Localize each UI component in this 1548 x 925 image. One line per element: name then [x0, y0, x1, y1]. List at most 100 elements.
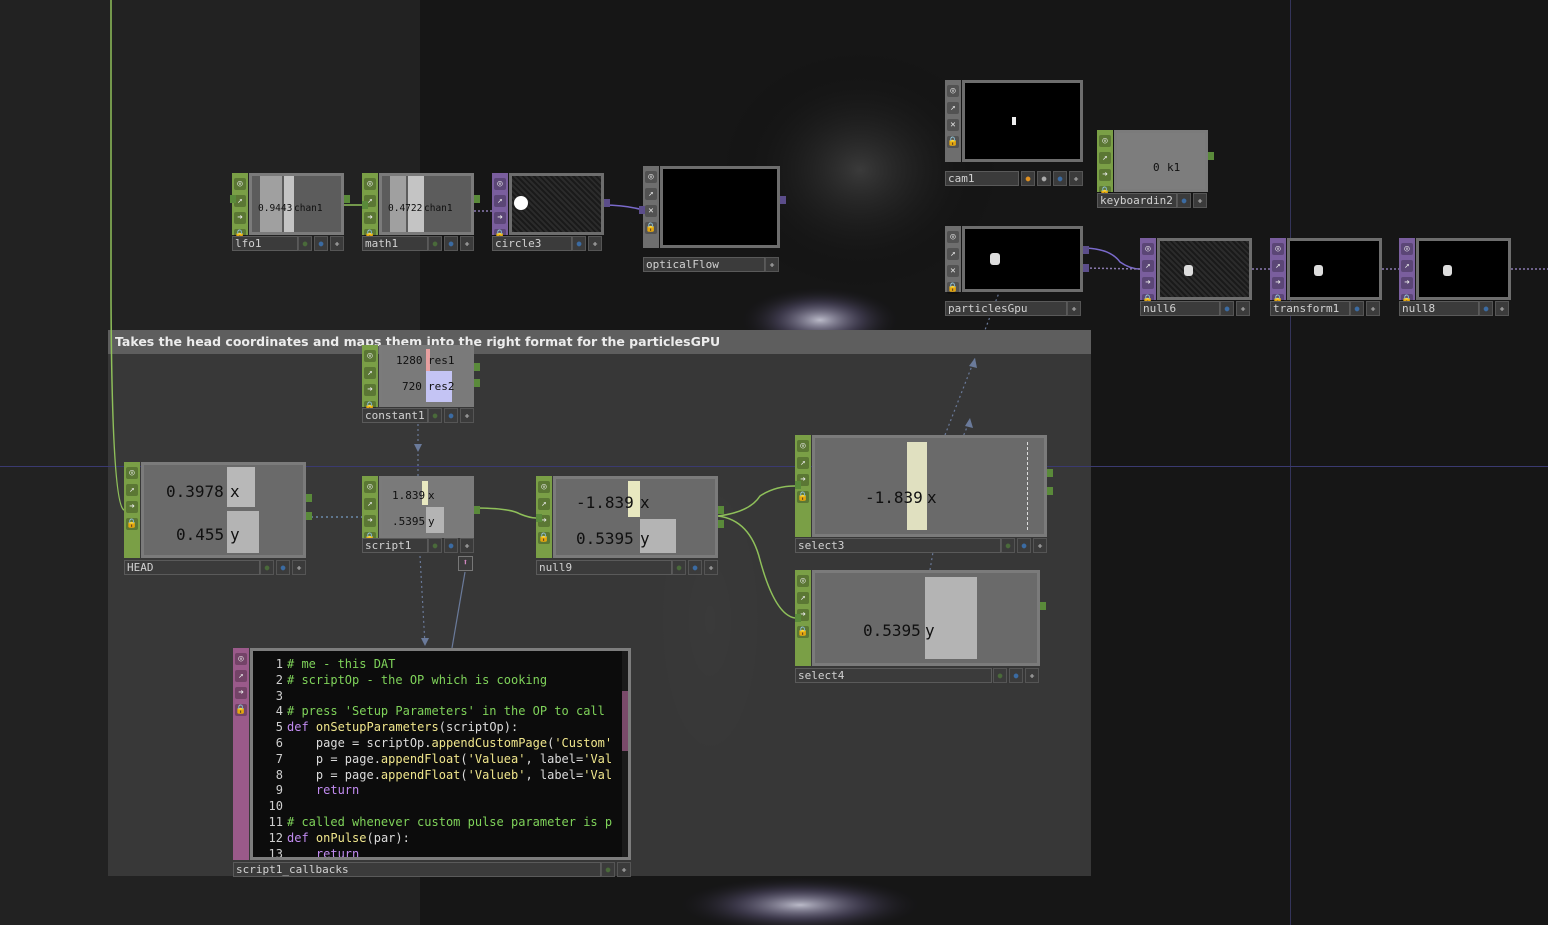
lock-icon[interactable]: 🔒	[797, 491, 809, 503]
node-opticalflow[interactable]: ◎ ↗ ✕ 🔒	[639, 166, 786, 248]
bypass-icon[interactable]: ↗	[947, 248, 959, 260]
code-line[interactable]: 3	[261, 689, 628, 705]
display-icon[interactable]: ➜	[494, 212, 506, 224]
node-label-particlesgpu[interactable]: particlesGpu	[945, 301, 1067, 316]
node-label-constant1[interactable]: constant1	[362, 408, 428, 423]
node-flags[interactable]: ● ✚	[572, 236, 602, 251]
node-null9[interactable]: ◎ ↗ ➜ 🔒 -1.839 x 0.5395 y	[536, 476, 724, 558]
node-sidebar[interactable]: ◎↗➜🔒	[1140, 238, 1156, 306]
display-icon[interactable]: ➜	[1401, 277, 1413, 289]
node-label-select3[interactable]: select3	[795, 538, 1001, 553]
bypass-icon[interactable]: ↗	[1401, 260, 1413, 272]
node-sidebar[interactable]: ◎↗➜🔒	[492, 173, 508, 241]
node-sidebar[interactable]: ◎↗➜🔒	[1270, 238, 1286, 306]
bypass-icon[interactable]: ↗	[364, 367, 376, 379]
viewer-icon[interactable]: ◎	[947, 231, 959, 243]
viewer-icon[interactable]: ◎	[494, 178, 506, 190]
node-label-cam1[interactable]: cam1	[945, 171, 1019, 186]
lock-icon[interactable]: 🔒	[126, 518, 138, 530]
viewer-icon[interactable]: ◎	[235, 653, 247, 665]
display-icon[interactable]: ➜	[364, 515, 376, 527]
node-flags[interactable]: ● ✚	[601, 862, 631, 877]
node-flags[interactable]: ● ● ✚	[260, 560, 306, 575]
display-icon[interactable]: ➜	[235, 687, 247, 699]
node-sidebar[interactable]: ◎ ↗ ➜ 🔒	[233, 648, 249, 860]
lock-icon[interactable]: 🔒	[947, 136, 959, 148]
node-select3[interactable]: ◎ ↗ ➜ 🔒 -1.839 x	[795, 435, 1053, 537]
bypass-icon[interactable]: ↗	[235, 670, 247, 682]
lock-icon[interactable]: 🔒	[235, 704, 247, 716]
node-flags[interactable]: ● ● ● ✚	[1021, 171, 1083, 186]
bypass-icon[interactable]: ↗	[494, 195, 506, 207]
scrollbar-thumb[interactable]	[622, 691, 628, 751]
node-flags[interactable]: ● ✚	[1177, 193, 1207, 208]
node-flags[interactable]: ✚	[765, 257, 779, 272]
lock-icon[interactable]: 🔒	[947, 282, 959, 294]
node-sidebar[interactable]: ◎↗➜🔒	[362, 476, 378, 544]
display-icon[interactable]: ➜	[234, 212, 246, 224]
code-line[interactable]: 10	[261, 799, 628, 815]
code-line[interactable]: 8 p = page.appendFloat('Valueb', label='…	[261, 768, 628, 784]
viewer-icon[interactable]: ◎	[1142, 243, 1154, 255]
node-sidebar[interactable]: ◎↗➜🔒	[1399, 238, 1415, 306]
code-line[interactable]: 12 def onPulse(par):	[261, 831, 628, 847]
bypass-icon[interactable]: ↗	[538, 498, 550, 510]
display-icon[interactable]: ➜	[1142, 277, 1154, 289]
node-keyboardin2[interactable]: ◎ ↗ ➜ 🔒 0 k1	[1097, 130, 1214, 198]
network-editor[interactable]: Takes the head coordinates and maps them…	[0, 0, 1548, 925]
node-sidebar[interactable]: ◎↗➜🔒	[1097, 130, 1113, 198]
node-sidebar[interactable]: ◎ ↗ ✕ 🔒	[643, 166, 659, 248]
code-line[interactable]: 9 return	[261, 783, 628, 799]
viewer-icon[interactable]: ◎	[797, 575, 809, 587]
scrollbar[interactable]	[622, 651, 628, 857]
code-line[interactable]: 2 # scriptOp - the OP which is cooking	[261, 673, 628, 689]
node-constant1[interactable]: ◎ ↗ ➜ 🔒 1280 res1 720 res2	[362, 345, 480, 413]
node-sidebar[interactable]: ◎ ↗ ✕ 🔒	[945, 226, 961, 294]
display-icon[interactable]: ➜	[1272, 277, 1284, 289]
node-script1[interactable]: ◎↗➜🔒 1.839 x .5395 y	[362, 476, 480, 544]
node-label-null8[interactable]: null8	[1399, 301, 1479, 316]
node-flags[interactable]: ● ● ✚	[298, 236, 344, 251]
viewer-icon[interactable]: ◎	[797, 440, 809, 452]
code-line[interactable]: 1 # me - this DAT	[261, 657, 628, 673]
node-flags[interactable]: ● ● ✚	[428, 408, 474, 423]
node-label-null6[interactable]: null6	[1140, 301, 1220, 316]
code-viewer[interactable]: 1 # me - this DAT 2 # scriptOp - the OP whi…	[250, 648, 631, 860]
node-flags[interactable]: ● ✚	[1220, 301, 1250, 316]
node-cam1[interactable]: ◎ ↗ ✕ 🔒	[945, 80, 1083, 162]
bypass-icon[interactable]: ↗	[364, 498, 376, 510]
viewer-icon[interactable]: ◎	[126, 467, 138, 479]
viewer-icon[interactable]: ◎	[1401, 243, 1413, 255]
node-flags[interactable]: ● ✚	[1350, 301, 1380, 316]
viewer-icon[interactable]: ◎	[364, 481, 376, 493]
node-sidebar[interactable]: ◎↗➜🔒	[362, 345, 378, 413]
node-flags[interactable]: ● ● ✚	[1001, 538, 1047, 553]
viewer-icon[interactable]: ◎	[645, 171, 657, 183]
close-icon[interactable]: ✕	[947, 119, 959, 131]
node-flags[interactable]: ● ● ✚	[672, 560, 718, 575]
lock-icon[interactable]: 🔒	[538, 532, 550, 544]
node-flags[interactable]: ● ✚	[1479, 301, 1509, 316]
close-icon[interactable]: ✕	[645, 205, 657, 217]
callbacks-dock-icon[interactable]: ⬆	[458, 556, 473, 571]
node-label-select4[interactable]: select4	[795, 668, 992, 683]
node-lfo1[interactable]: ◎ ↗ ➜ 🔒 0.9443 chan1	[230, 173, 350, 241]
code-line[interactable]: 13 return	[261, 847, 628, 857]
code-line[interactable]: 11 # called whenever custom pulse paramet…	[261, 815, 628, 831]
node-sidebar[interactable]: ◎↗➜🔒	[232, 173, 248, 241]
node-label-head[interactable]: HEAD	[124, 560, 260, 575]
node-label-opticalflow[interactable]: opticalFlow	[643, 257, 765, 272]
node-circle3[interactable]: ◎ ↗ ➜ 🔒	[492, 173, 610, 241]
node-label-circle3[interactable]: circle3	[492, 236, 572, 251]
node-label-script1[interactable]: script1	[362, 538, 428, 553]
bypass-icon[interactable]: ↗	[1142, 260, 1154, 272]
display-icon[interactable]: ➜	[364, 384, 376, 396]
node-sidebar[interactable]: ◎↗➜🔒	[124, 462, 140, 558]
node-script1-callbacks[interactable]: ◎ ↗ ➜ 🔒 1 # me - this DAT 2 # scriptOp - the O…	[233, 648, 631, 860]
viewer-icon[interactable]: ◎	[1099, 135, 1111, 147]
node-head[interactable]: ◎ ↗ ➜ 🔒 0.3978 x 0.455 y	[124, 462, 312, 558]
lock-icon[interactable]: 🔒	[645, 222, 657, 234]
viewer-icon[interactable]: ◎	[1272, 243, 1284, 255]
node-label-script1-callbacks[interactable]: script1_callbacks	[233, 862, 601, 877]
viewer-icon[interactable]: ◎	[364, 350, 376, 362]
